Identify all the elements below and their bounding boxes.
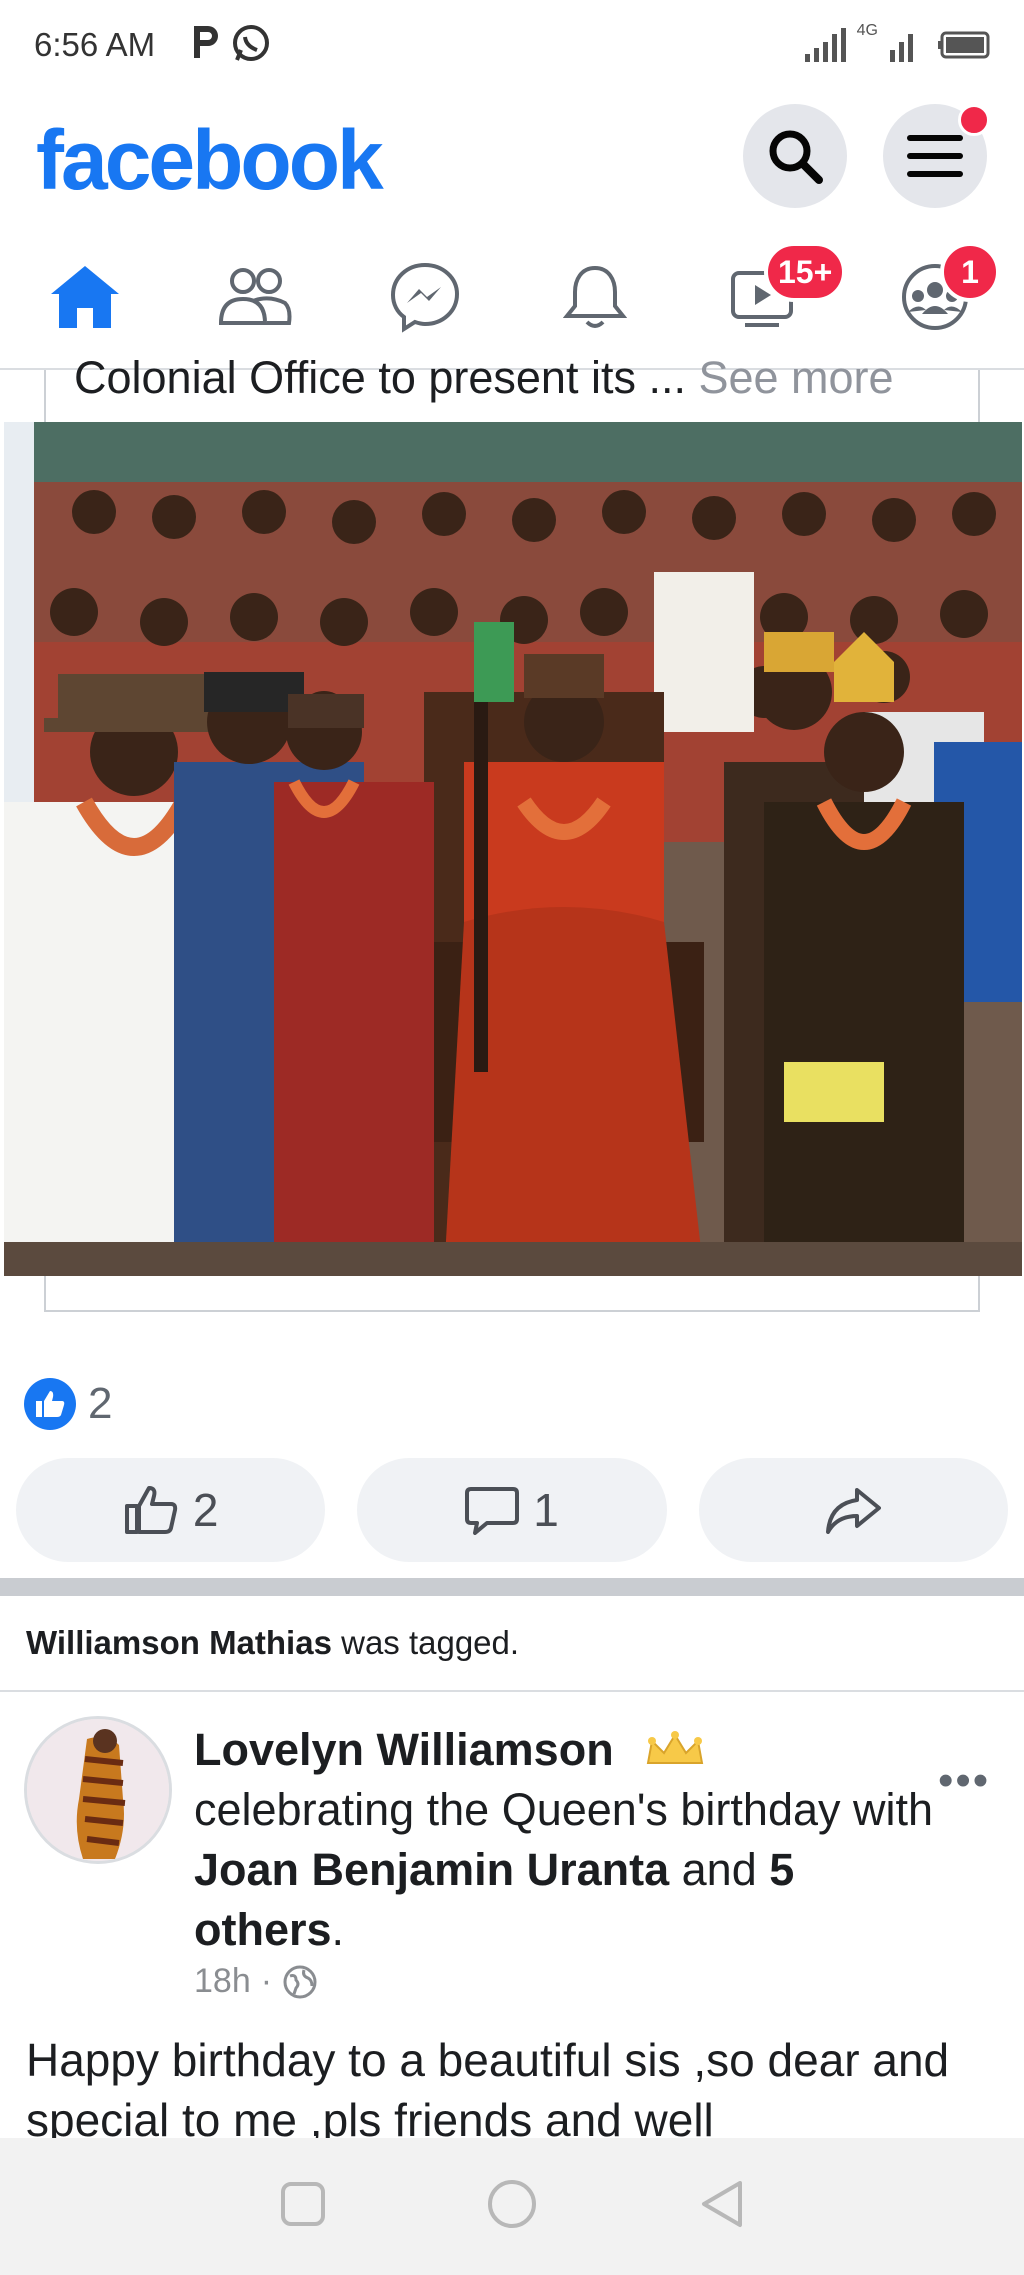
square-icon [281, 2182, 325, 2226]
tab-notifications[interactable] [540, 252, 650, 342]
battery-icon [938, 31, 990, 59]
post-body-text: Happy birthday to a beautiful sis ,so de… [26, 2034, 950, 2138]
like-reaction-icon [24, 1378, 76, 1430]
like-button[interactable]: 2 [16, 1458, 326, 1562]
post-time[interactable]: 18h [194, 1962, 251, 2001]
post-photo[interactable] [4, 422, 1022, 1276]
post-text-snippet: Colonial Office to present its ... [74, 352, 699, 403]
back-button[interactable] [698, 2179, 744, 2234]
feed-separator [0, 1578, 1024, 1596]
facebook-logo[interactable]: facebook [36, 112, 384, 209]
comment-button[interactable]: 1 [357, 1458, 667, 1562]
tagged-divider [0, 1690, 1024, 1692]
status-time: 6:56 AM [34, 26, 156, 63]
watch-badge: 15+ [764, 242, 847, 302]
reaction-summary[interactable]: 2 [24, 1378, 112, 1430]
post-options-button[interactable]: ••• [938, 1756, 990, 1806]
tab-friends[interactable] [200, 252, 310, 342]
tab-messenger[interactable] [370, 252, 480, 342]
like-count: 2 [192, 1484, 219, 1536]
post-header-text: Lovelyn Williamson celebrating the Queen… [194, 1724, 934, 1955]
network-label: 4G [856, 22, 878, 39]
tab-home[interactable] [30, 252, 140, 342]
tab-bar: 15+ 1 [0, 222, 1024, 370]
post-actions: 2 1 [16, 1458, 1008, 1562]
status-right: 4G [803, 22, 990, 62]
see-more-link[interactable]: See more [698, 352, 893, 403]
friends-icon [218, 268, 292, 325]
avatar-image [27, 1719, 169, 1861]
globe-icon [283, 1965, 317, 1998]
share-icon [826, 1488, 882, 1534]
comment-icon [465, 1487, 520, 1535]
author-name[interactable]: Lovelyn Williamson [194, 1724, 614, 1775]
recent-apps-button[interactable] [280, 2181, 326, 2232]
groups-badge: 1 [940, 242, 1000, 302]
whatsapp-icon [230, 22, 272, 69]
signal-icon [804, 28, 846, 62]
menu-notification-dot [958, 104, 990, 136]
royal-gathering-photo [4, 422, 1022, 1276]
home-system-button[interactable] [486, 2178, 538, 2235]
tagged-suffix: was tagged. [331, 1624, 520, 1661]
messenger-icon [390, 262, 460, 333]
activity-text: celebrating the Queen's birthday with [194, 1784, 934, 1835]
tagged-header: Williamson Mathias was tagged. [26, 1624, 519, 1662]
system-navigation-bar [0, 2138, 1024, 2275]
hamburger-icon [907, 135, 963, 177]
post-meta: 18h · [194, 1962, 318, 2001]
post-text: Colonial Office to present its ... See m… [74, 352, 954, 404]
comment-count: 1 [533, 1484, 559, 1536]
search-button[interactable] [743, 104, 847, 208]
reaction-count: 2 [88, 1379, 113, 1428]
bell-icon [563, 265, 627, 328]
circle-icon [488, 2180, 536, 2228]
crown-icon [647, 1731, 704, 1764]
avatar[interactable] [24, 1716, 172, 1864]
thumbs-up-icon [124, 1486, 178, 1534]
signal-icon-2 [890, 34, 913, 62]
home-icon [51, 266, 119, 328]
parking-icon [190, 22, 222, 67]
tagged-name[interactable]: Williamson Mathias [26, 1624, 332, 1661]
meta-dot: · [260, 1962, 273, 2000]
back-triangle-icon [702, 2181, 742, 2227]
status-bar: 6:56 AM 4G [0, 0, 1024, 92]
share-button[interactable] [698, 1458, 1008, 1562]
and-text: and [681, 1844, 757, 1895]
app-header: facebook [0, 92, 1024, 222]
search-icon [769, 130, 823, 184]
tagged-person[interactable]: Joan Benjamin Uranta [194, 1844, 669, 1895]
